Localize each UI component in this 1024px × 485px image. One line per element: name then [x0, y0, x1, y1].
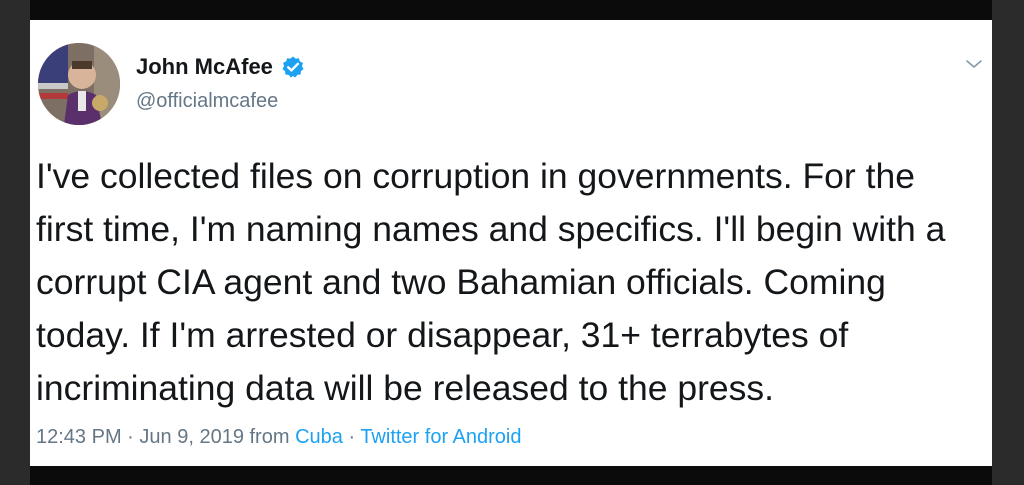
author-name[interactable]: John McAfee	[136, 54, 273, 80]
from-label: from	[249, 426, 290, 448]
avatar-image	[38, 43, 120, 125]
author-name-row: John McAfee	[136, 54, 305, 80]
tweet-text-line: first time, I'm naming names and specifi…	[36, 209, 946, 249]
author-handle[interactable]: @officialmcafee	[136, 90, 278, 113]
tweet-card: John McAfee @officialmcafee I've collect…	[30, 20, 992, 466]
tweet-text-line: incriminating data will be released to t…	[36, 368, 774, 408]
tweet-text-line: corrupt CIA agent and two Bahamian offic…	[36, 262, 886, 302]
meta-separator: ·	[127, 426, 134, 448]
tweet-text-line: today. If I'm arrested or disappear, 31+…	[36, 315, 849, 355]
tweet-text-line: I've collected files on corruption in go…	[36, 156, 915, 196]
tweet-date[interactable]: Jun 9, 2019	[139, 426, 244, 448]
verified-badge-icon	[281, 55, 305, 79]
meta-separator: ·	[348, 426, 356, 448]
bottom-letterbox-bar	[30, 466, 992, 485]
tweet-metadata: 12:43 PM · Jun 9, 2019 from Cuba · Twitt…	[36, 426, 522, 449]
source-link[interactable]: Twitter for Android	[360, 426, 521, 448]
chevron-down-icon[interactable]	[964, 54, 984, 74]
avatar[interactable]	[38, 43, 120, 125]
tweet-timestamp[interactable]: 12:43 PM	[36, 426, 122, 448]
top-letterbox-bar	[30, 0, 992, 20]
location-link[interactable]: Cuba	[295, 426, 343, 448]
screenshot-frame: John McAfee @officialmcafee I've collect…	[0, 0, 1024, 485]
tweet-text: I've collected files on corruption in go…	[36, 150, 986, 415]
